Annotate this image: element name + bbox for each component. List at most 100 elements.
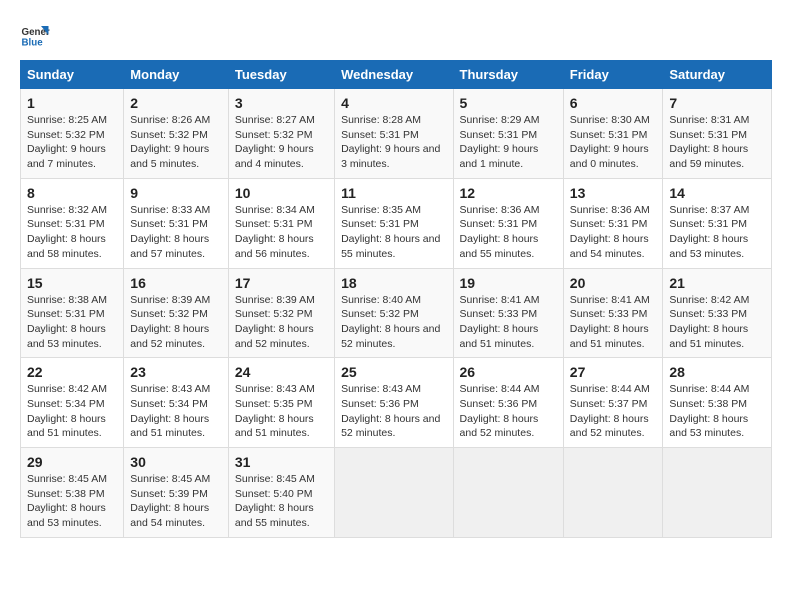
calendar-cell: 27 Sunrise: 8:44 AM Sunset: 5:37 PM Dayl… [563,358,663,448]
calendar-cell [335,448,453,538]
calendar-week-1: 1 Sunrise: 8:25 AM Sunset: 5:32 PM Dayli… [21,89,772,179]
day-info: Sunrise: 8:43 AM Sunset: 5:35 PM Dayligh… [235,382,328,441]
day-number: 1 [27,95,117,111]
column-header-saturday: Saturday [663,61,772,89]
day-number: 10 [235,185,328,201]
day-info: Sunrise: 8:40 AM Sunset: 5:32 PM Dayligh… [341,293,446,352]
day-number: 2 [130,95,222,111]
calendar-cell: 22 Sunrise: 8:42 AM Sunset: 5:34 PM Dayl… [21,358,124,448]
calendar-cell: 11 Sunrise: 8:35 AM Sunset: 5:31 PM Dayl… [335,178,453,268]
calendar-cell: 10 Sunrise: 8:34 AM Sunset: 5:31 PM Dayl… [228,178,334,268]
day-info: Sunrise: 8:41 AM Sunset: 5:33 PM Dayligh… [570,293,657,352]
calendar-cell: 21 Sunrise: 8:42 AM Sunset: 5:33 PM Dayl… [663,268,772,358]
day-number: 7 [669,95,765,111]
day-info: Sunrise: 8:30 AM Sunset: 5:31 PM Dayligh… [570,113,657,172]
calendar-cell: 26 Sunrise: 8:44 AM Sunset: 5:36 PM Dayl… [453,358,563,448]
calendar-cell: 17 Sunrise: 8:39 AM Sunset: 5:32 PM Dayl… [228,268,334,358]
calendar-cell: 31 Sunrise: 8:45 AM Sunset: 5:40 PM Dayl… [228,448,334,538]
day-number: 29 [27,454,117,470]
column-header-wednesday: Wednesday [335,61,453,89]
calendar-cell: 9 Sunrise: 8:33 AM Sunset: 5:31 PM Dayli… [124,178,229,268]
calendar-cell: 12 Sunrise: 8:36 AM Sunset: 5:31 PM Dayl… [453,178,563,268]
day-number: 23 [130,364,222,380]
day-number: 22 [27,364,117,380]
calendar-cell: 20 Sunrise: 8:41 AM Sunset: 5:33 PM Dayl… [563,268,663,358]
day-info: Sunrise: 8:42 AM Sunset: 5:33 PM Dayligh… [669,293,765,352]
calendar-header-row: SundayMondayTuesdayWednesdayThursdayFrid… [21,61,772,89]
day-number: 17 [235,275,328,291]
calendar-cell: 14 Sunrise: 8:37 AM Sunset: 5:31 PM Dayl… [663,178,772,268]
calendar-cell: 25 Sunrise: 8:43 AM Sunset: 5:36 PM Dayl… [335,358,453,448]
day-number: 21 [669,275,765,291]
calendar-cell: 16 Sunrise: 8:39 AM Sunset: 5:32 PM Dayl… [124,268,229,358]
day-info: Sunrise: 8:43 AM Sunset: 5:36 PM Dayligh… [341,382,446,441]
calendar-cell: 18 Sunrise: 8:40 AM Sunset: 5:32 PM Dayl… [335,268,453,358]
calendar-cell: 5 Sunrise: 8:29 AM Sunset: 5:31 PM Dayli… [453,89,563,179]
day-number: 16 [130,275,222,291]
day-number: 18 [341,275,446,291]
day-number: 27 [570,364,657,380]
calendar-cell: 28 Sunrise: 8:44 AM Sunset: 5:38 PM Dayl… [663,358,772,448]
calendar-cell: 29 Sunrise: 8:45 AM Sunset: 5:38 PM Dayl… [21,448,124,538]
day-number: 9 [130,185,222,201]
day-number: 6 [570,95,657,111]
day-info: Sunrise: 8:38 AM Sunset: 5:31 PM Dayligh… [27,293,117,352]
calendar-cell: 6 Sunrise: 8:30 AM Sunset: 5:31 PM Dayli… [563,89,663,179]
calendar-cell: 24 Sunrise: 8:43 AM Sunset: 5:35 PM Dayl… [228,358,334,448]
day-info: Sunrise: 8:37 AM Sunset: 5:31 PM Dayligh… [669,203,765,262]
svg-text:Blue: Blue [22,38,44,49]
calendar-week-3: 15 Sunrise: 8:38 AM Sunset: 5:31 PM Dayl… [21,268,772,358]
calendar-week-4: 22 Sunrise: 8:42 AM Sunset: 5:34 PM Dayl… [21,358,772,448]
calendar-cell [453,448,563,538]
day-info: Sunrise: 8:34 AM Sunset: 5:31 PM Dayligh… [235,203,328,262]
day-info: Sunrise: 8:42 AM Sunset: 5:34 PM Dayligh… [27,382,117,441]
day-info: Sunrise: 8:35 AM Sunset: 5:31 PM Dayligh… [341,203,446,262]
day-info: Sunrise: 8:39 AM Sunset: 5:32 PM Dayligh… [130,293,222,352]
day-number: 25 [341,364,446,380]
day-info: Sunrise: 8:36 AM Sunset: 5:31 PM Dayligh… [570,203,657,262]
day-number: 5 [460,95,557,111]
day-number: 8 [27,185,117,201]
calendar-cell: 4 Sunrise: 8:28 AM Sunset: 5:31 PM Dayli… [335,89,453,179]
day-number: 24 [235,364,328,380]
day-number: 26 [460,364,557,380]
day-info: Sunrise: 8:44 AM Sunset: 5:36 PM Dayligh… [460,382,557,441]
calendar-cell: 13 Sunrise: 8:36 AM Sunset: 5:31 PM Dayl… [563,178,663,268]
day-info: Sunrise: 8:27 AM Sunset: 5:32 PM Dayligh… [235,113,328,172]
day-number: 12 [460,185,557,201]
day-number: 28 [669,364,765,380]
day-info: Sunrise: 8:25 AM Sunset: 5:32 PM Dayligh… [27,113,117,172]
day-number: 4 [341,95,446,111]
calendar-cell: 19 Sunrise: 8:41 AM Sunset: 5:33 PM Dayl… [453,268,563,358]
calendar-cell [663,448,772,538]
day-number: 15 [27,275,117,291]
calendar-cell [563,448,663,538]
day-info: Sunrise: 8:44 AM Sunset: 5:38 PM Dayligh… [669,382,765,441]
day-info: Sunrise: 8:39 AM Sunset: 5:32 PM Dayligh… [235,293,328,352]
day-info: Sunrise: 8:44 AM Sunset: 5:37 PM Dayligh… [570,382,657,441]
day-info: Sunrise: 8:43 AM Sunset: 5:34 PM Dayligh… [130,382,222,441]
day-info: Sunrise: 8:41 AM Sunset: 5:33 PM Dayligh… [460,293,557,352]
day-info: Sunrise: 8:36 AM Sunset: 5:31 PM Dayligh… [460,203,557,262]
day-number: 11 [341,185,446,201]
day-info: Sunrise: 8:26 AM Sunset: 5:32 PM Dayligh… [130,113,222,172]
day-info: Sunrise: 8:28 AM Sunset: 5:31 PM Dayligh… [341,113,446,172]
day-number: 3 [235,95,328,111]
column-header-friday: Friday [563,61,663,89]
column-header-thursday: Thursday [453,61,563,89]
calendar-cell: 30 Sunrise: 8:45 AM Sunset: 5:39 PM Dayl… [124,448,229,538]
day-info: Sunrise: 8:45 AM Sunset: 5:38 PM Dayligh… [27,472,117,531]
logo-icon: General Blue [20,20,50,50]
calendar-table: SundayMondayTuesdayWednesdayThursdayFrid… [20,60,772,538]
column-header-sunday: Sunday [21,61,124,89]
page-header: General Blue [20,20,772,50]
calendar-cell: 15 Sunrise: 8:38 AM Sunset: 5:31 PM Dayl… [21,268,124,358]
day-info: Sunrise: 8:31 AM Sunset: 5:31 PM Dayligh… [669,113,765,172]
calendar-cell: 23 Sunrise: 8:43 AM Sunset: 5:34 PM Dayl… [124,358,229,448]
calendar-cell: 2 Sunrise: 8:26 AM Sunset: 5:32 PM Dayli… [124,89,229,179]
column-header-tuesday: Tuesday [228,61,334,89]
calendar-cell: 3 Sunrise: 8:27 AM Sunset: 5:32 PM Dayli… [228,89,334,179]
day-info: Sunrise: 8:32 AM Sunset: 5:31 PM Dayligh… [27,203,117,262]
day-number: 13 [570,185,657,201]
calendar-week-2: 8 Sunrise: 8:32 AM Sunset: 5:31 PM Dayli… [21,178,772,268]
